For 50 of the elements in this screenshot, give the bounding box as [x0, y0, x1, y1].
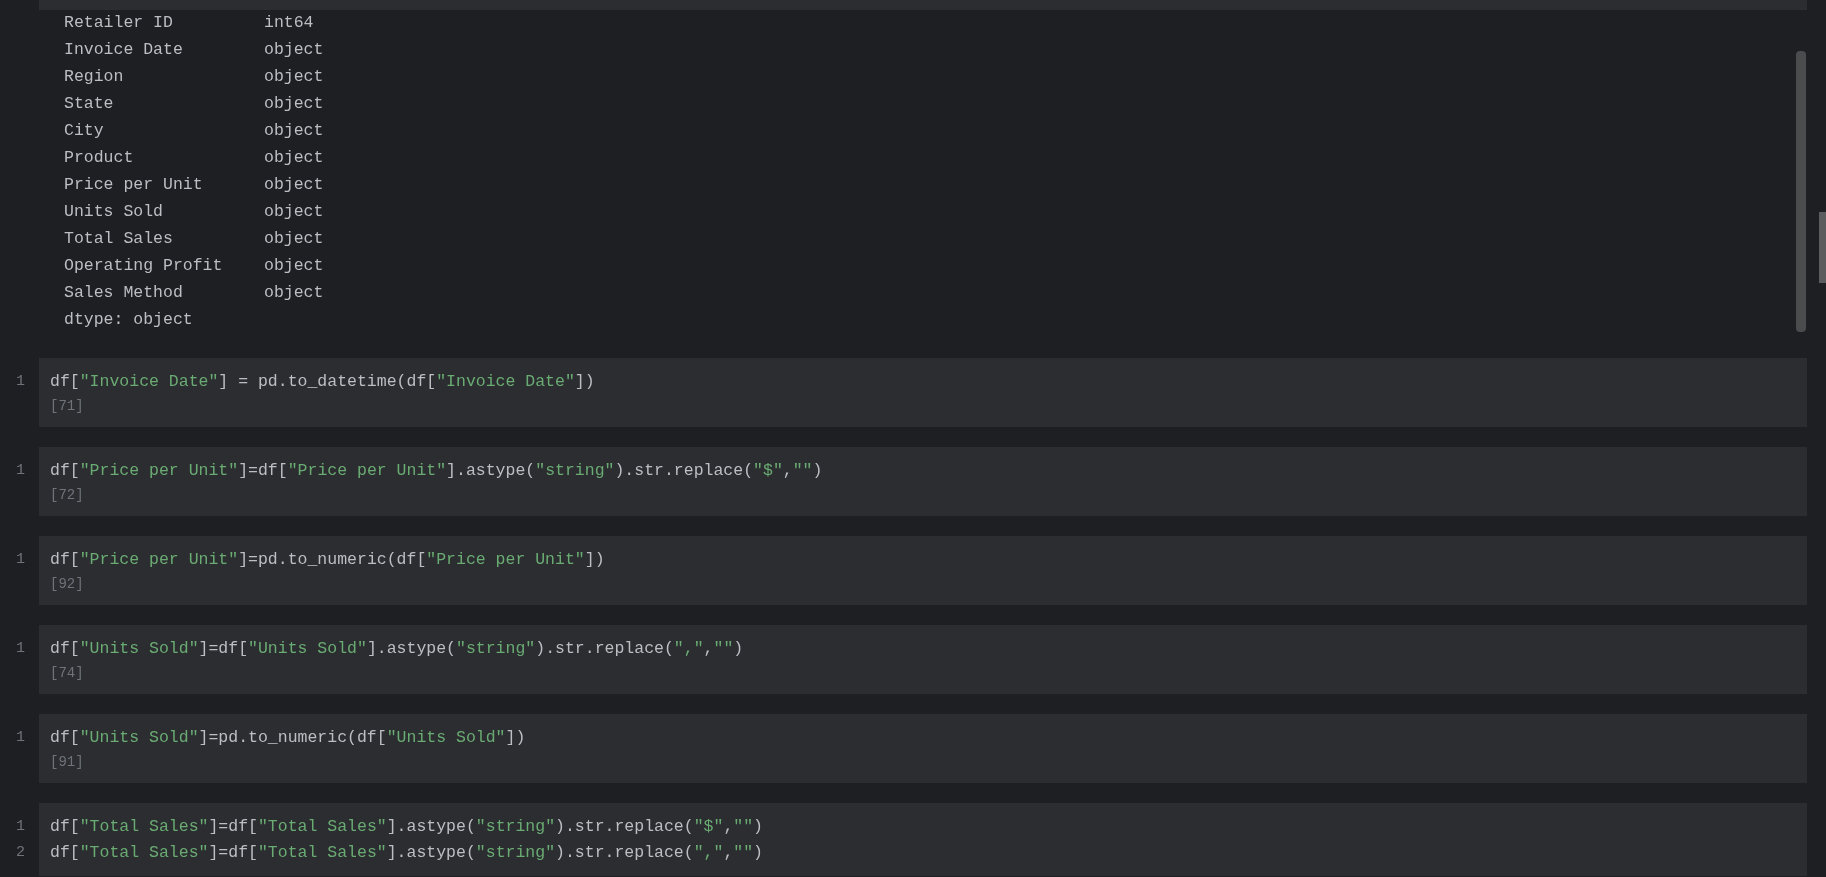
column-name: Sales Method: [64, 282, 184, 305]
line-number: 1: [15, 461, 26, 481]
page-scrollbar[interactable]: [1819, 212, 1826, 283]
column-name: Product: [64, 147, 135, 170]
execution-count: [72]: [50, 486, 85, 505]
code-line: df["Total Sales"]=df["Total Sales"].astype("string").str.replace(",",""): [50, 842, 764, 864]
column-name: City: [64, 120, 105, 143]
code-cell[interactable]: df["Units Sold"]=pd.to_numeric(df["Units Sold"]) [91]: [39, 714, 1807, 783]
code-cell[interactable]: df["Price per Unit"]=df["Price per Unit"].astype("string").str.replace("$","") [72]: [39, 447, 1807, 516]
code-line: df["Invoice Date"] = pd.to_datetime(df["Invoice Date"]): [50, 371, 596, 393]
column-dtype: object: [264, 39, 324, 62]
execution-count: [92]: [50, 575, 85, 594]
code-line: df["Price per Unit"]=pd.to_numeric(df["Price per Unit"]): [50, 549, 606, 571]
column-dtype: object: [264, 228, 324, 251]
column-dtype: int64: [264, 12, 314, 35]
column-name: Region: [64, 66, 125, 89]
code-line: df["Total Sales"]=df["Total Sales"].astype("string").str.replace("$",""): [50, 816, 764, 838]
code-line: df["Price per Unit"]=df["Price per Unit"].astype("string").str.replace("$",""): [50, 460, 824, 482]
line-number: 1: [15, 728, 26, 748]
code-line: df["Units Sold"]=df["Units Sold"].astype("string").str.replace(",",""): [50, 638, 745, 660]
column-name: Price per Unit: [64, 174, 204, 197]
column-dtype: object: [264, 174, 324, 197]
line-number: 2: [15, 843, 26, 863]
execution-count: [74]: [50, 664, 85, 683]
column-name: Units Sold: [64, 201, 165, 224]
column-name: Total Sales: [64, 228, 174, 251]
column-dtype: object: [264, 255, 324, 278]
execution-count: [91]: [50, 753, 85, 772]
code-cell[interactable]: df["Total Sales"]=df["Total Sales"].astype("string").str.replace("$","") df["Total Sales"]=df["Total Sales"].astype("string").str.replace(",",""): [39, 803, 1807, 876]
column-name: State: [64, 93, 115, 116]
column-dtype: object: [264, 66, 324, 89]
dtype-summary: dtype: object: [64, 309, 193, 332]
column-dtype: object: [264, 93, 324, 116]
code-line: df["Units Sold"]=pd.to_numeric(df["Units Sold"]): [50, 727, 527, 749]
column-dtype: object: [264, 120, 324, 143]
column-name: Invoice Date: [64, 39, 184, 62]
column-name: Retailer ID: [64, 12, 174, 35]
line-number: 1: [15, 817, 26, 837]
output-scrollbar[interactable]: [1796, 51, 1806, 332]
line-number: 1: [15, 372, 26, 392]
column-name: Operating Profit: [64, 255, 224, 278]
column-dtype: object: [264, 147, 324, 170]
code-cell[interactable]: df["Price per Unit"]=pd.to_numeric(df["Price per Unit"]) [92]: [39, 536, 1807, 605]
code-cell[interactable]: df["Units Sold"]=df["Units Sold"].astype("string").str.replace(",","") [74]: [39, 625, 1807, 694]
code-cell[interactable]: df["Invoice Date"] = pd.to_datetime(df["Invoice Date"]) [71]: [39, 358, 1807, 427]
execution-count: [71]: [50, 397, 85, 416]
column-dtype: object: [264, 282, 324, 305]
line-number: 1: [15, 639, 26, 659]
column-dtype: object: [264, 201, 324, 224]
line-number: 1: [15, 550, 26, 570]
